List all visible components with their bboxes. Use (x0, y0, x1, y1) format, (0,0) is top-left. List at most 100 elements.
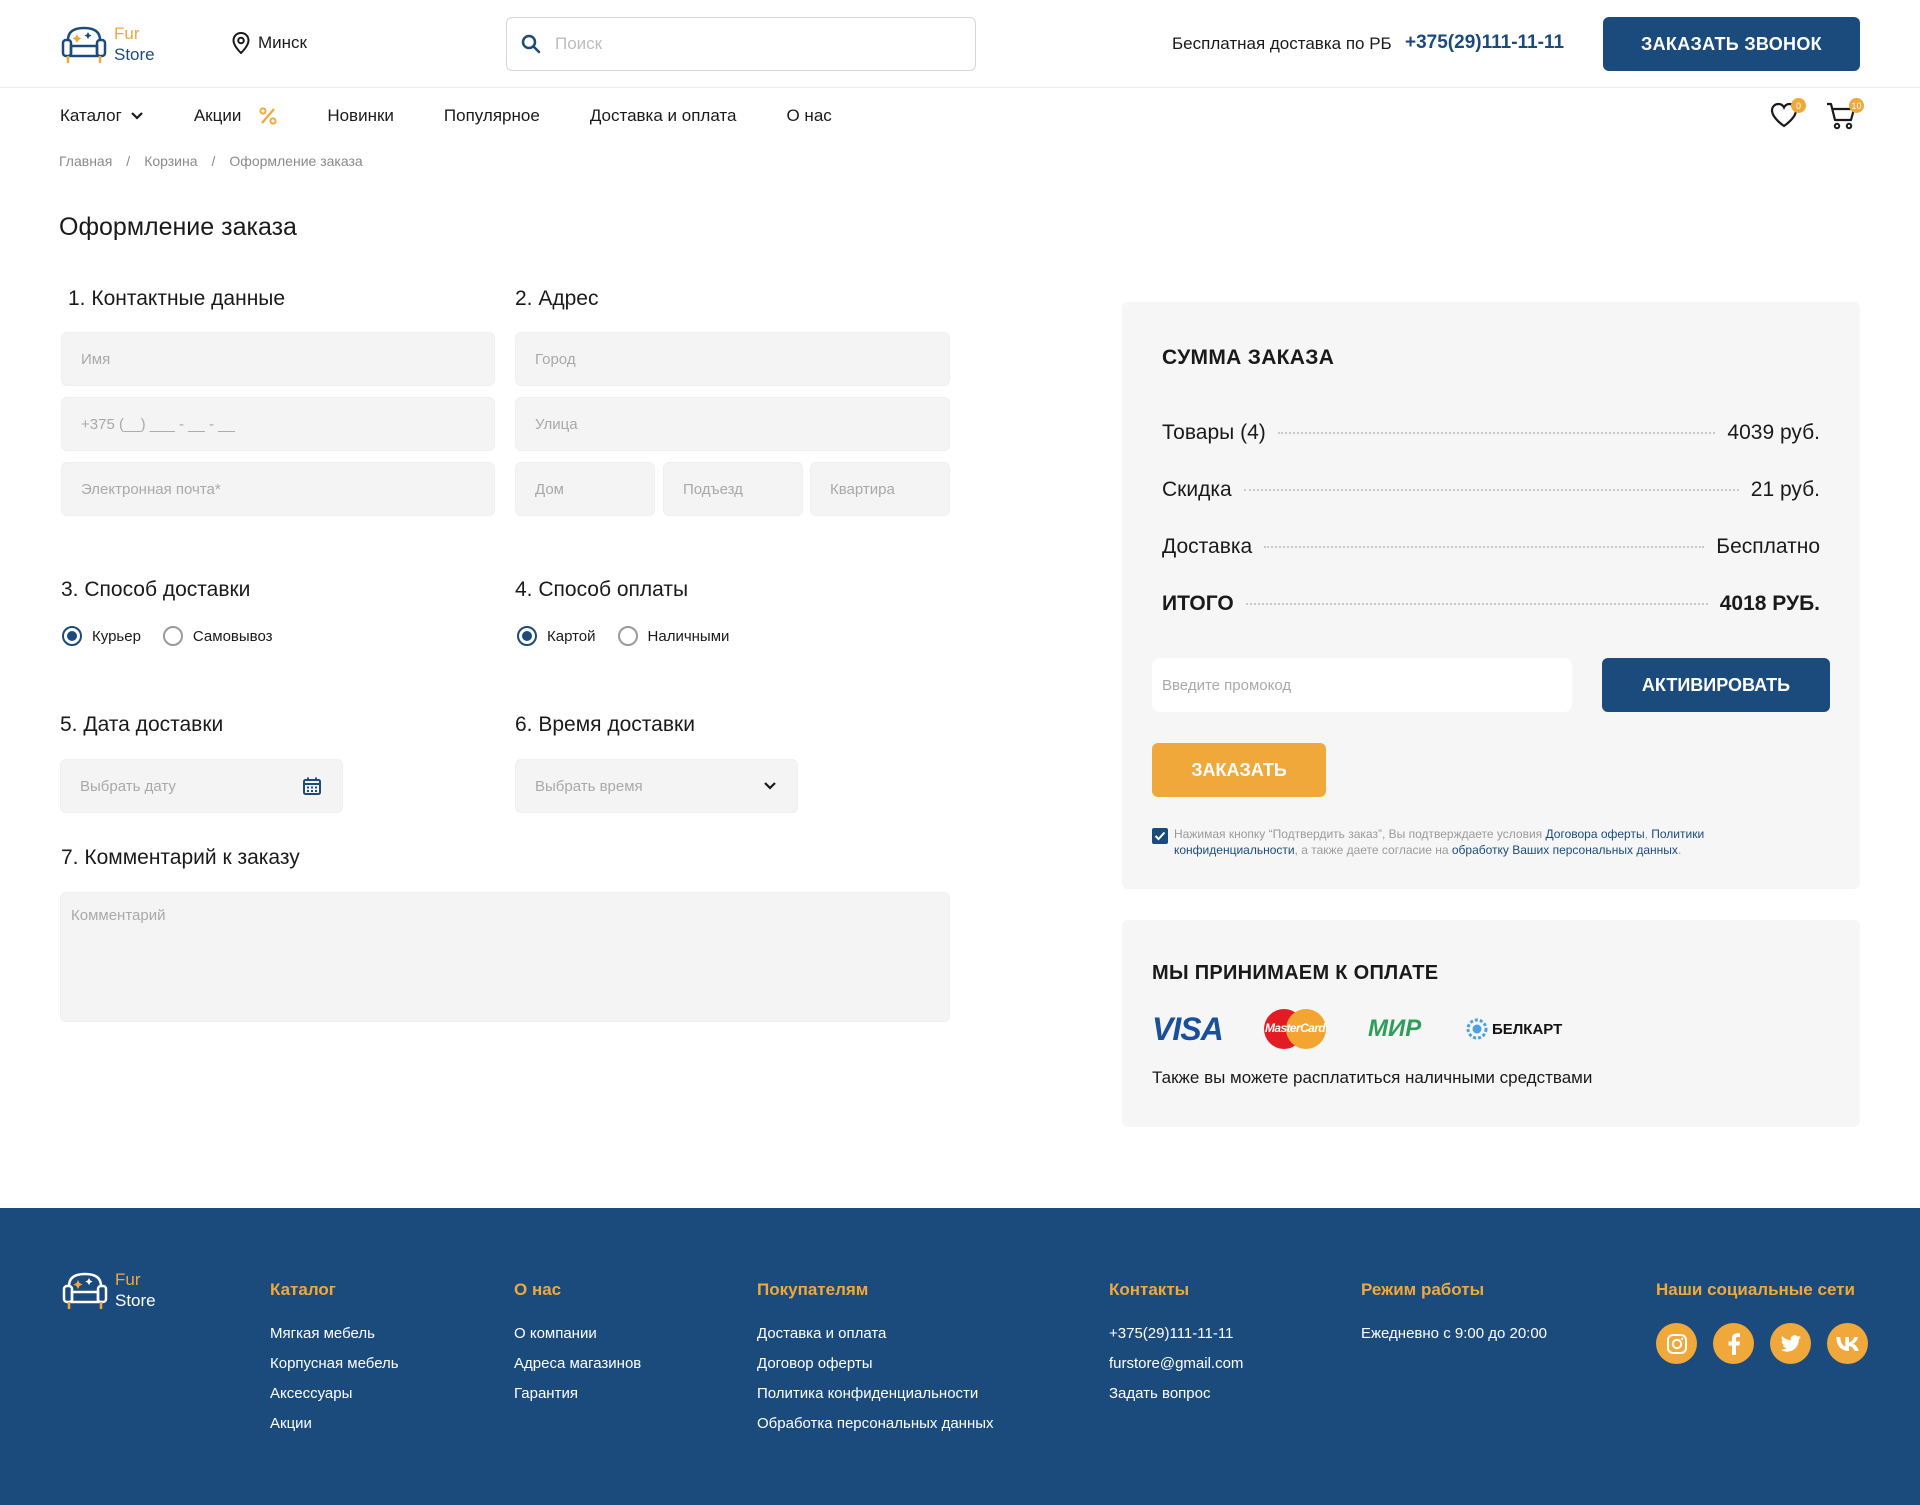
header-phone-link[interactable]: +375(29)111-11-11 (1405, 32, 1564, 54)
footer-phone-link[interactable]: +375(29)111-11-11 (1109, 1325, 1243, 1342)
cart-count-badge: 10 (1849, 98, 1864, 113)
comment-input[interactable] (61, 893, 949, 1021)
promo-code-field[interactable] (1152, 658, 1572, 712)
time-placeholder: Выбрать время (535, 777, 643, 795)
footer-link[interactable]: Акции (270, 1415, 399, 1432)
radio-dot-selected[interactable] (517, 626, 537, 646)
activate-promo-button[interactable]: АКТИВИРОВАТЬ (1602, 658, 1830, 712)
belkart-logo: БЕЛКАРТ (1466, 1018, 1562, 1040)
section-title-delivery-date: 5. Дата доставки (60, 713, 224, 736)
checkout-page: Fur Store Минск Бесплатная доставка по Р… (0, 0, 1920, 1505)
summary-row-items: Товары (4) 4039 руб. (1162, 421, 1820, 445)
accepted-payments-panel: МЫ ПРИНИМАЕМ К ОПЛАТЕ VISA MasterCard МИ… (1122, 920, 1860, 1127)
radio-dot-selected[interactable] (62, 626, 82, 646)
comment-field[interactable] (60, 892, 950, 1022)
footer-link[interactable]: Адреса магазинов (514, 1355, 641, 1372)
nav-item-sales[interactable]: Акции (194, 106, 278, 126)
promo-code-input[interactable] (1162, 676, 1572, 694)
footer-email-link[interactable]: furstore@gmail.com (1109, 1355, 1243, 1372)
search-icon[interactable] (521, 34, 541, 54)
breadcrumb-home[interactable]: Главная (59, 153, 112, 169)
belkart-emblem-icon (1466, 1018, 1488, 1040)
radio-courier[interactable]: Курьер (62, 626, 141, 646)
house-field[interactable] (515, 462, 655, 516)
radio-dot[interactable] (617, 626, 638, 646)
order-call-button[interactable]: ЗАКАЗАТЬ ЗВОНОК (1603, 17, 1860, 71)
facebook-icon[interactable] (1713, 1323, 1754, 1364)
personal-data-link[interactable]: обработку Ваших персональных данных (1452, 843, 1678, 857)
name-field[interactable] (61, 332, 495, 386)
nav-item-label: Акции (193, 106, 242, 125)
summary-row-value: 4018 РУБ. (1719, 592, 1820, 615)
breadcrumb-cart[interactable]: Корзина (144, 153, 197, 169)
logo[interactable]: Fur Store (60, 22, 155, 66)
visa-logo: VISA (1152, 1010, 1224, 1047)
apartment-input[interactable] (830, 480, 949, 498)
city-selector[interactable]: Минск (232, 32, 307, 54)
house-input[interactable] (535, 480, 654, 498)
time-select[interactable]: Выбрать время (515, 759, 798, 813)
footer-link[interactable]: Доставка и оплата (757, 1325, 994, 1342)
location-pin-icon (232, 32, 250, 54)
date-placeholder: Выбрать дату (80, 777, 176, 795)
header: Fur Store Минск Бесплатная доставка по Р… (0, 0, 1920, 88)
entrance-input[interactable] (683, 480, 802, 498)
footer-link[interactable]: Обработка персональных данных (757, 1415, 994, 1432)
offer-agreement-link[interactable]: Договора оферты (1546, 827, 1645, 841)
cart-button[interactable]: 10 (1826, 98, 1864, 135)
ask-question-link[interactable]: Задать вопрос (1109, 1385, 1243, 1402)
dotted-leader (1277, 432, 1716, 434)
place-order-button[interactable]: ЗАКАЗАТЬ (1152, 743, 1326, 797)
footer-link[interactable]: Мягкая мебель (270, 1325, 399, 1342)
radio-dot[interactable] (162, 626, 183, 646)
street-field[interactable] (515, 397, 950, 451)
payment-logos: VISA MasterCard МИР БЕЛКАРТ (1152, 1008, 1562, 1050)
checkmark-icon (1154, 831, 1166, 841)
entrance-field[interactable] (663, 462, 803, 516)
phone-field[interactable] (61, 397, 495, 451)
footer-link[interactable]: Политика конфиденциальности (757, 1385, 994, 1402)
footer-link[interactable]: Гарантия (514, 1385, 641, 1402)
footer-link[interactable]: Аксессуары (270, 1385, 399, 1402)
favorites-button[interactable]: 0 (1770, 98, 1806, 133)
radio-pickup[interactable]: Самовывоз (162, 626, 273, 646)
radio-label: Наличными (647, 627, 730, 645)
radio-card[interactable]: Картой (517, 626, 596, 646)
twitter-icon[interactable] (1770, 1323, 1811, 1364)
footer-link[interactable]: Корпусная мебель (270, 1355, 399, 1372)
consent-text-part: , а также даете согласие на (1294, 843, 1452, 857)
consent-text-part: Нажимая кнопку “Подтвердить заказ”, Вы п… (1174, 827, 1546, 841)
nav-item-new[interactable]: Новинки (327, 106, 394, 126)
phone-input[interactable] (81, 415, 494, 433)
city-field[interactable] (515, 332, 950, 386)
footer-logo[interactable]: Fur Store (61, 1268, 156, 1312)
footer-column-social: Наши социальные сети (1656, 1280, 1868, 1364)
footer-link[interactable]: О компании (514, 1325, 641, 1342)
mir-logo: МИР (1368, 1015, 1422, 1042)
email-input[interactable] (81, 480, 494, 498)
name-input[interactable] (81, 350, 494, 368)
radio-cash[interactable]: Наличными (617, 626, 730, 646)
footer-column-about: О нас О компании Адреса магазинов Гарант… (514, 1280, 641, 1415)
search-input[interactable] (555, 34, 935, 54)
street-input[interactable] (535, 415, 949, 433)
nav-item-about[interactable]: О нас (786, 106, 831, 126)
footer: Fur Store Каталог Мягкая мебель Корпусна… (0, 1208, 1920, 1505)
nav-item-popular[interactable]: Популярное (444, 106, 540, 126)
consent-checkbox[interactable] (1152, 828, 1168, 844)
city-input[interactable] (535, 350, 949, 368)
instagram-icon[interactable] (1656, 1323, 1697, 1364)
date-picker[interactable]: Выбрать дату (60, 759, 343, 813)
footer-link[interactable]: Договор оферты (757, 1355, 994, 1372)
apartment-field[interactable] (810, 462, 950, 516)
logo-text-fur: Fur (114, 24, 140, 43)
payment-method-group: Картой Наличными (517, 626, 751, 646)
calendar-icon[interactable] (302, 776, 322, 796)
search-box[interactable] (506, 17, 976, 71)
vk-icon[interactable] (1827, 1323, 1868, 1364)
nav-item-catalog[interactable]: Каталог (60, 106, 144, 126)
email-field[interactable] (61, 462, 495, 516)
mastercard-logo: MasterCard (1262, 1008, 1328, 1050)
percent-icon (259, 107, 277, 125)
nav-item-delivery-payment[interactable]: Доставка и оплата (590, 106, 737, 126)
